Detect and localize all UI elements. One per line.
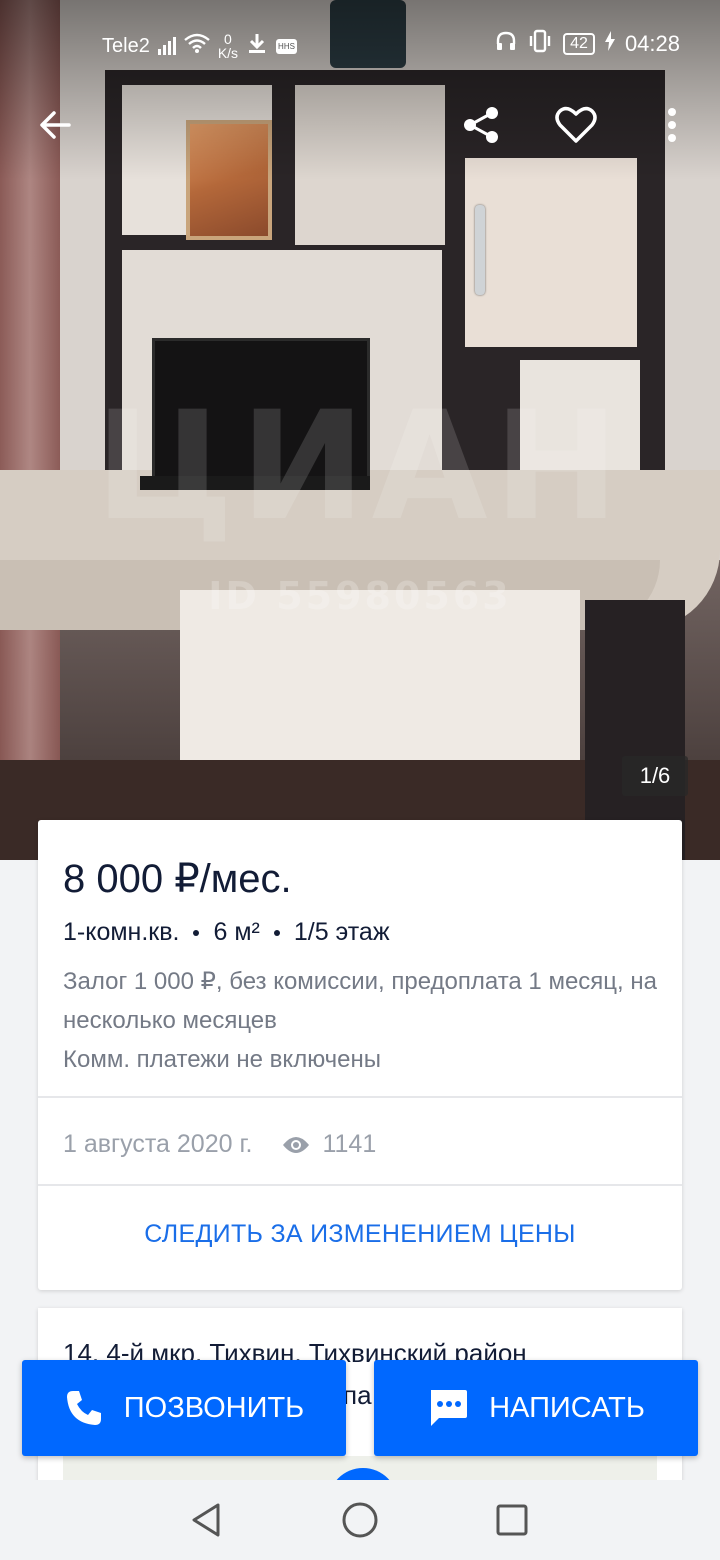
screen: ЦИАН ID 55980563 Tele2 0 K/s HHS 42 04:2…: [0, 0, 720, 1560]
views-count: 1141: [322, 1130, 377, 1158]
vibrate-icon: [527, 29, 553, 59]
charging-icon: [604, 31, 615, 57]
call-button-label: ПОЗВОНИТЬ: [123, 1391, 305, 1424]
feature-floor: 1/5 этаж: [293, 918, 390, 946]
status-bar: Tele2 0 K/s HHS 42 04:28: [0, 24, 720, 64]
carrier-label: Tele2: [102, 34, 150, 57]
follow-price-button[interactable]: СЛЕДИТЬ ЗА ИЗМЕНЕНИЕМ ЦЕНЫ: [38, 1220, 682, 1249]
signal-icon: [157, 37, 176, 55]
publish-date: 1 августа 2020 г.: [63, 1130, 253, 1158]
features-row: 1-комн.кв. 6 м² 1/5 этаж: [63, 918, 390, 947]
network-speed-unit: K/s: [217, 45, 239, 61]
photo-watermark-id: ID 55980563: [208, 574, 512, 618]
photo-counter: 1/6: [622, 756, 688, 796]
phone-icon: [66, 1391, 101, 1425]
network-speed: 0 K/s: [218, 32, 238, 60]
feature-rooms: 1-комн.кв.: [63, 918, 180, 946]
photo-door-handle: [475, 205, 485, 295]
battery-icon: 42: [563, 33, 595, 55]
back-button[interactable]: [30, 100, 80, 150]
arrow-left-icon: [40, 111, 71, 139]
photo-cabinet-door: [462, 155, 640, 350]
download-icon: [246, 32, 268, 60]
eye-icon: [282, 1135, 310, 1155]
meta-row: 1 августа 2020 г. 1141: [63, 1130, 376, 1159]
separator-dot: [193, 930, 200, 936]
message-button[interactable]: НАПИСАТЬ: [374, 1360, 698, 1456]
heart-icon: [555, 106, 597, 143]
divider: [38, 1184, 682, 1186]
system-nav-bar: [0, 1480, 720, 1560]
photo-watermark: ЦИАН: [94, 380, 626, 554]
listing-card: 8 000 ₽/мес. 1-комн.кв. 6 м² 1/5 этаж За…: [38, 820, 682, 1290]
favorite-button[interactable]: [551, 100, 601, 150]
square-recents-icon: [496, 1504, 528, 1536]
chat-icon: [431, 1390, 468, 1426]
headphones-icon: [495, 30, 517, 58]
price: 8 000 ₽/мес.: [63, 857, 292, 901]
call-button[interactable]: ПОЗВОНИТЬ: [22, 1360, 346, 1456]
nav-recents-button[interactable]: [492, 1500, 532, 1540]
nav-back-button[interactable]: [186, 1500, 226, 1540]
triangle-back-icon: [192, 1503, 220, 1537]
more-vertical-icon: [668, 108, 676, 142]
nav-home-button[interactable]: [340, 1500, 380, 1540]
deposit-terms: Залог 1 000 ₽, без комиссии, предоплата …: [63, 968, 657, 1034]
separator-dot: [273, 930, 280, 936]
share-icon: [464, 107, 498, 143]
more-menu-button[interactable]: [647, 100, 697, 150]
listing-photo[interactable]: ЦИАН ID 55980563: [0, 0, 720, 860]
circle-home-icon: [342, 1502, 378, 1538]
description: Залог 1 000 ₽, без комиссии, предоплата …: [63, 962, 663, 1079]
divider: [38, 1096, 682, 1098]
hhs-icon: HHS: [276, 38, 297, 54]
clock: 04:28: [624, 31, 680, 56]
address-line-continued: па: [343, 1380, 372, 1410]
feature-area: 6 м²: [213, 918, 260, 946]
wifi-icon: [184, 33, 210, 59]
share-button[interactable]: [456, 100, 506, 150]
message-button-label: НАПИСАТЬ: [489, 1391, 645, 1424]
utilities-note: Комм. платежи не включены: [63, 1046, 382, 1073]
